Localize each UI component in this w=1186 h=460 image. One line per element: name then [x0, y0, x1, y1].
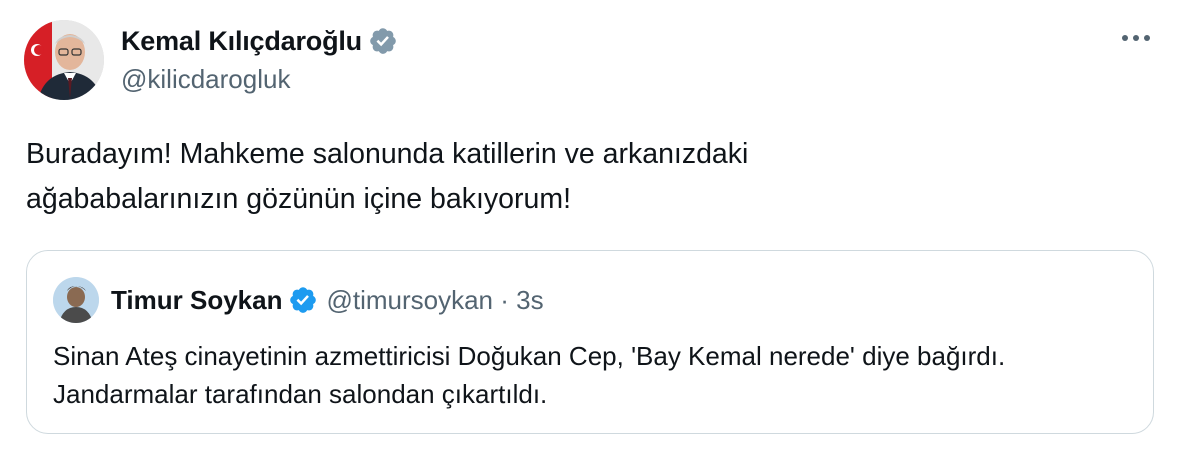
- author-avatar[interactable]: [24, 20, 104, 100]
- quoted-tweet-card[interactable]: Timur Soykan @timursoykan · 3s Sinan Ate…: [26, 250, 1154, 434]
- tweet: Kemal Kılıçdaroğlu @kilicdarogluk Burada…: [0, 0, 1186, 460]
- quote-author-avatar-image: [53, 277, 99, 323]
- more-options-button[interactable]: [1116, 24, 1156, 54]
- quote-header: Timur Soykan @timursoykan · 3s: [111, 282, 544, 318]
- quote-text: Sinan Ateş cinayetinin azmettiricisi Doğ…: [53, 341, 1006, 409]
- quote-author-name[interactable]: Timur Soykan: [111, 285, 282, 316]
- author-avatar-image: [24, 20, 104, 100]
- author-display-name[interactable]: Kemal Kılıçdaroğlu: [121, 26, 362, 57]
- quote-handle-and-time[interactable]: @timursoykan · 3s: [326, 285, 543, 316]
- tweet-text: Buradayım! Mahkeme salonunda katillerin …: [26, 138, 749, 215]
- quote-author-avatar[interactable]: [53, 277, 99, 323]
- author-name-row: Kemal Kılıçdaroğlu: [121, 24, 398, 58]
- verified-badge-icon: [368, 26, 398, 56]
- more-horizontal-icon: [1120, 30, 1152, 48]
- author-handle[interactable]: @kilicdarogluk: [121, 64, 290, 95]
- verified-badge-icon: [288, 285, 318, 315]
